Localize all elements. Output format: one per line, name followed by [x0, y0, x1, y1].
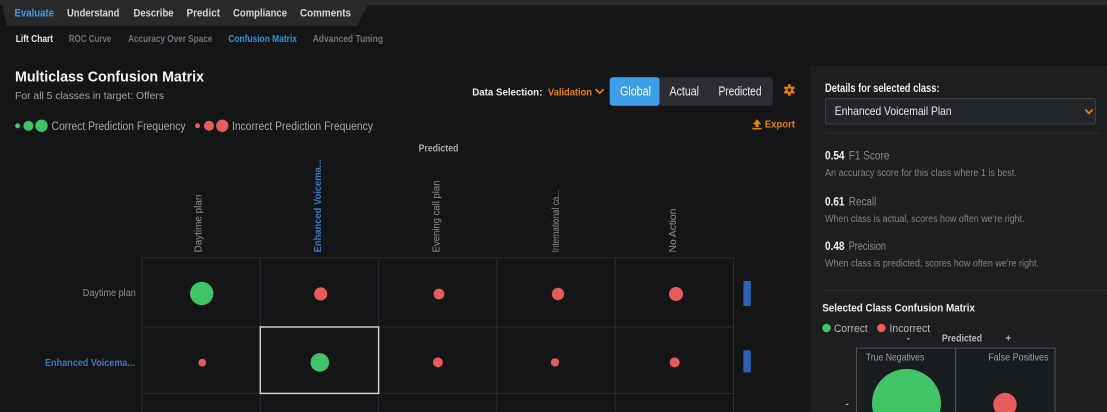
svg-text:Lift Chart: Lift Chart: [16, 33, 54, 45]
svg-text:Enhanced Voicema...: Enhanced Voicema...: [313, 159, 324, 252]
svg-text:0.61: 0.61: [825, 197, 845, 209]
svg-text:Daytime plan: Daytime plan: [193, 195, 204, 253]
svg-text:Selected Class Confusion Matri: Selected Class Confusion Matrix: [822, 303, 976, 315]
svg-text:Advanced Tuning: Advanced Tuning: [313, 33, 383, 45]
svg-text:Daytime plan: Daytime plan: [83, 288, 136, 299]
svg-text:No Action: No Action: [668, 209, 679, 253]
svg-text:Predict: Predict: [187, 7, 221, 19]
svg-text:Confusion Matrix: Confusion Matrix: [228, 33, 297, 45]
svg-text:False Positives: False Positives: [988, 352, 1048, 364]
svg-text:Data Selection:: Data Selection:: [472, 86, 542, 98]
svg-text:+: +: [1005, 333, 1011, 344]
svg-text:ROC Curve: ROC Curve: [69, 33, 112, 45]
svg-text:Incorrect Prediction Frequency: Incorrect Prediction Frequency: [232, 121, 373, 133]
svg-text:Actual: Actual: [670, 85, 700, 99]
svg-text:Evening call plan: Evening call plan: [431, 181, 442, 253]
svg-text:Correct: Correct: [834, 323, 868, 335]
svg-text:Precision: Precision: [849, 241, 886, 253]
svg-text:Details for selected class:: Details for selected class:: [825, 81, 940, 95]
svg-text:0.48: 0.48: [825, 241, 845, 253]
svg-text:True Negatives: True Negatives: [866, 352, 925, 364]
svg-text:Enhanced Voicemail Plan: Enhanced Voicemail Plan: [835, 104, 952, 118]
svg-text:Recall: Recall: [849, 197, 877, 209]
svg-text:F1 Score: F1 Score: [849, 151, 890, 163]
svg-text:Compliance: Compliance: [233, 7, 287, 19]
svg-text:Global: Global: [620, 85, 651, 99]
svg-text:Describe: Describe: [134, 7, 174, 19]
svg-text:Export: Export: [765, 119, 796, 131]
svg-text:Predicted: Predicted: [719, 85, 762, 99]
svg-text:An accuracy score for this cla: An accuracy score for this class where 1…: [825, 168, 1017, 179]
svg-text:Understand: Understand: [67, 7, 119, 19]
svg-text:For all 5 classes in target: O: For all 5 classes in target: Offers: [15, 90, 164, 102]
svg-text:When class is actual, scores h: When class is actual, scores how often w…: [825, 214, 1025, 225]
svg-text:Enhanced Voicema...: Enhanced Voicema...: [45, 358, 135, 369]
svg-text:0.54: 0.54: [825, 151, 845, 163]
svg-text:Evaluate: Evaluate: [15, 7, 55, 19]
svg-text:Predicted: Predicted: [419, 143, 459, 155]
svg-text:-: -: [907, 333, 910, 344]
svg-text:Predicted: Predicted: [942, 333, 982, 344]
svg-text:Comments: Comments: [300, 7, 351, 19]
svg-text:Validation: Validation: [548, 86, 592, 98]
svg-text:Accuracy Over Space: Accuracy Over Space: [128, 33, 212, 45]
svg-text:Correct Prediction Frequency: Correct Prediction Frequency: [52, 121, 186, 133]
svg-text:-: -: [846, 399, 849, 410]
svg-text:When class is predicted, score: When class is predicted, scores how ofte…: [825, 258, 1039, 269]
svg-text:International ca...: International ca...: [551, 190, 562, 253]
svg-text:Multiclass Confusion Matrix: Multiclass Confusion Matrix: [15, 69, 205, 86]
